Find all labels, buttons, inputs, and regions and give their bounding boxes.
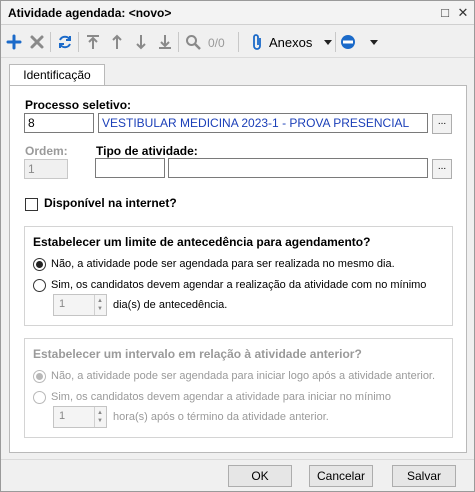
intervalo-hours-stepper: 1 ▲ ▼ [53,406,107,428]
maximize-icon[interactable]: □ [437,5,453,21]
disponivel-checkbox[interactable] [25,198,38,211]
tab-identificacao[interactable]: Identificação [9,64,105,86]
tipo-name-field[interactable] [168,158,428,178]
tipo-code-field[interactable] [95,158,165,178]
antecedencia-days-stepper[interactable]: 1 ▲ ▼ [53,294,107,316]
identificacao-panel: Processo seletivo: 8 VESTIBULAR MEDICINA… [9,85,467,453]
ordem-label: Ordem: [25,144,68,158]
save-button[interactable]: Salvar [392,465,456,487]
intervalo-hours-suffix: hora(s) após o término da atividade ante… [113,411,329,423]
refresh-icon[interactable] [56,33,74,51]
intervalo-group: Estabelecer um intervalo em relação à at… [24,338,453,438]
toolbar-separator [238,32,239,52]
dialog-window: Atividade agendada: <novo> □ ✕ 0/0 Anexo… [0,0,475,492]
footer-divider [1,459,474,460]
window-title: Atividade agendada: <novo> [8,6,172,20]
toolbar-separator [78,32,79,52]
search-icon[interactable] [184,33,202,51]
delete-icon[interactable] [28,33,46,51]
move-last-icon[interactable] [156,33,174,51]
tab-strip: Identificação [9,64,467,86]
processo-name-field[interactable]: VESTIBULAR MEDICINA 2023-1 - PROVA PRESE… [98,113,428,133]
close-icon[interactable]: ✕ [455,5,471,21]
toolbar: 0/0 Anexos [1,26,474,58]
antecedencia-days-suffix: dia(s) de antecedência. [113,299,228,311]
antecedencia-nao-radio[interactable] [33,258,46,271]
circle-menu-icon[interactable] [339,33,357,51]
intervalo-hours-value: 1 [59,410,66,422]
move-down-icon[interactable] [132,33,150,51]
antecedencia-title: Estabelecer um limite de antecedência pa… [33,235,371,249]
toolbar-separator [50,32,51,52]
intervalo-sim-label: Sim, os candidatos devem agendar a ativi… [51,391,391,403]
ok-button[interactable]: OK [228,465,292,487]
antecedencia-nao-label: Não, a atividade pode ser agendada para … [51,258,395,270]
move-first-icon[interactable] [84,33,102,51]
antecedencia-days-value: 1 [59,298,66,310]
intervalo-sim-radio [33,391,46,404]
intervalo-title: Estabelecer um intervalo em relação à at… [33,347,362,361]
tipo-lookup-button[interactable]: ... [432,159,452,179]
intervalo-nao-radio [33,370,46,383]
plus-icon[interactable] [5,33,23,51]
cancel-button[interactable]: Cancelar [309,465,373,487]
antecedencia-sim-label: Sim, os candidatos devem agendar a reali… [51,279,427,291]
chevron-down-icon[interactable] [365,33,383,51]
processo-label: Processo seletivo: [25,98,132,112]
page-counter: 0/0 [208,36,225,50]
intervalo-nao-label: Não, a atividade pode ser agendada para … [51,370,436,382]
title-bar: Atividade agendada: <novo> □ ✕ [1,1,474,25]
disponivel-label: Disponível na internet? [44,196,177,210]
antecedencia-sim-radio[interactable] [33,279,46,292]
stepper-arrows-icon[interactable]: ▲ ▼ [94,295,106,315]
stepper-arrows-icon: ▲ ▼ [94,407,106,427]
toolbar-separator [178,32,179,52]
processo-code-field[interactable]: 8 [24,113,94,133]
ordem-field: 1 [24,159,68,179]
antecedencia-group: Estabelecer um limite de antecedência pa… [24,226,453,326]
processo-lookup-button[interactable]: ... [432,114,452,134]
move-up-icon[interactable] [108,33,126,51]
toolbar-separator [335,32,336,52]
paperclip-icon[interactable] [249,33,267,51]
anexos-button[interactable]: Anexos [269,35,312,50]
tipo-label: Tipo de atividade: [96,144,198,158]
